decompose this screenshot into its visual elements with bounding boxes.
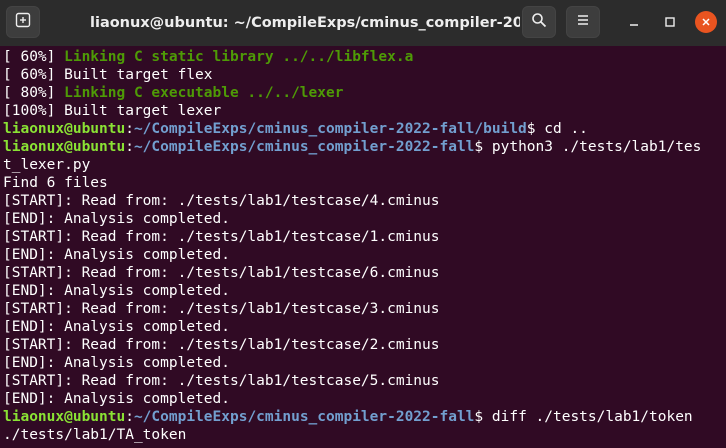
- terminal-text: [END]: Analysis completed.: [3, 391, 230, 407]
- terminal-text: ./tests/lab1/TA_token: [3, 427, 187, 443]
- terminal-line: [START]: Read from: ./tests/lab1/testcas…: [3, 192, 726, 210]
- terminal-text: t_lexer.py: [3, 157, 91, 173]
- terminal-line: Find 6 files: [3, 174, 726, 192]
- terminal-line: [100%] Built target lexer: [3, 102, 726, 120]
- terminal-line: [START]: Read from: ./tests/lab1/testcas…: [3, 300, 726, 318]
- build-message: Linking C executable ../../lexer: [64, 85, 344, 101]
- terminal-line: t_lexer.py: [3, 156, 726, 174]
- search-button[interactable]: [522, 6, 556, 38]
- build-message: Linking C static library ../../libflex.a: [64, 49, 414, 65]
- terminal-line: [END]: Analysis completed.: [3, 282, 726, 300]
- terminal-text: :: [125, 139, 134, 155]
- new-tab-button[interactable]: [6, 6, 40, 38]
- terminal-text: [END]: Analysis completed.: [3, 319, 230, 335]
- terminal-output[interactable]: [ 60%] Linking C static library ../../li…: [3, 48, 726, 448]
- terminal-line: liaonux@ubuntu:~/CompileExps/cminus_comp…: [3, 120, 726, 138]
- prompt-path: ~/CompileExps/cminus_compiler-2022-fall: [133, 139, 475, 155]
- terminal-line: [END]: Analysis completed.: [3, 354, 726, 372]
- terminal-line: [ 60%] Linking C static library ../../li…: [3, 48, 726, 66]
- terminal-text: [ 60%] Built target flex: [3, 67, 213, 83]
- terminal-line: [END]: Analysis completed.: [3, 318, 726, 336]
- terminal-line: [ 80%] Linking C executable ../../lexer: [3, 84, 726, 102]
- terminal-text: :: [125, 121, 134, 137]
- prompt-path: ~/CompileExps/cminus_compiler-2022-fall/…: [133, 121, 527, 137]
- terminal-text: [END]: Analysis completed.: [3, 211, 230, 227]
- terminal-text: Find 6 files: [3, 175, 108, 191]
- maximize-icon: [664, 13, 676, 32]
- terminal-line: ./tests/lab1/TA_token: [3, 426, 726, 444]
- terminal-text: :: [125, 409, 134, 425]
- maximize-button[interactable]: [656, 8, 684, 36]
- terminal-text: [START]: Read from: ./tests/lab1/testcas…: [3, 265, 440, 281]
- terminal-text: [END]: Analysis completed.: [3, 283, 230, 299]
- terminal-text: [END]: Analysis completed.: [3, 355, 230, 371]
- menu-button[interactable]: [566, 6, 600, 38]
- terminal-text: [START]: Read from: ./tests/lab1/testcas…: [3, 301, 440, 317]
- terminal-line: [END]: Analysis completed.: [3, 246, 726, 264]
- prompt-user: liaonux@ubuntu: [3, 121, 126, 137]
- close-button[interactable]: [692, 8, 720, 36]
- prompt-user: liaonux@ubuntu: [3, 139, 126, 155]
- hamburger-menu-icon: [575, 12, 591, 32]
- terminal-line: [END]: Analysis completed.: [3, 210, 726, 228]
- terminal-line: [START]: Read from: ./tests/lab1/testcas…: [3, 372, 726, 390]
- prompt-user: liaonux@ubuntu: [3, 409, 126, 425]
- terminal-line: [START]: Read from: ./tests/lab1/testcas…: [3, 336, 726, 354]
- terminal-text: $ cd ..: [526, 121, 588, 137]
- terminal-line: [ 60%] Built target flex: [3, 66, 726, 84]
- terminal-line: [END]: Analysis completed.: [3, 390, 726, 408]
- terminal-text: [ 80%]: [3, 85, 65, 101]
- prompt-path: ~/CompileExps/cminus_compiler-2022-fall: [133, 409, 475, 425]
- minimize-icon: [628, 13, 640, 32]
- terminal-text: [START]: Read from: ./tests/lab1/testcas…: [3, 337, 440, 353]
- title-bar: liaonux@ubuntu: ~/CompileExps/cminus_com…: [0, 0, 726, 46]
- terminal-text: [START]: Read from: ./tests/lab1/testcas…: [3, 229, 440, 245]
- terminal-text: [100%] Built target lexer: [3, 103, 222, 119]
- terminal-text: [START]: Read from: ./tests/lab1/testcas…: [3, 373, 440, 389]
- terminal-line: [START]: Read from: ./tests/lab1/testcas…: [3, 264, 726, 282]
- window-title: liaonux@ubuntu: ~/CompileExps/cminus_com…: [90, 15, 520, 31]
- new-tab-icon: [15, 12, 31, 32]
- terminal-line: [START]: Read from: ./tests/lab1/testcas…: [3, 228, 726, 246]
- terminal-text: $ diff ./tests/lab1/token: [474, 409, 693, 425]
- terminal-text: $ python3 ./tests/lab1/tes: [474, 139, 702, 155]
- terminal-text: [ 60%]: [3, 49, 65, 65]
- terminal-text: [END]: Analysis completed.: [3, 247, 230, 263]
- terminal-window: liaonux@ubuntu: ~/CompileExps/cminus_com…: [0, 0, 726, 448]
- terminal-text: [START]: Read from: ./tests/lab1/testcas…: [3, 193, 440, 209]
- terminal-line: liaonux@ubuntu:~/CompileExps/cminus_comp…: [3, 138, 726, 156]
- terminal-line: liaonux@ubuntu:~/CompileExps/cminus_comp…: [3, 408, 726, 426]
- search-icon: [531, 12, 547, 32]
- close-icon: [695, 11, 717, 33]
- minimize-button[interactable]: [620, 8, 648, 36]
